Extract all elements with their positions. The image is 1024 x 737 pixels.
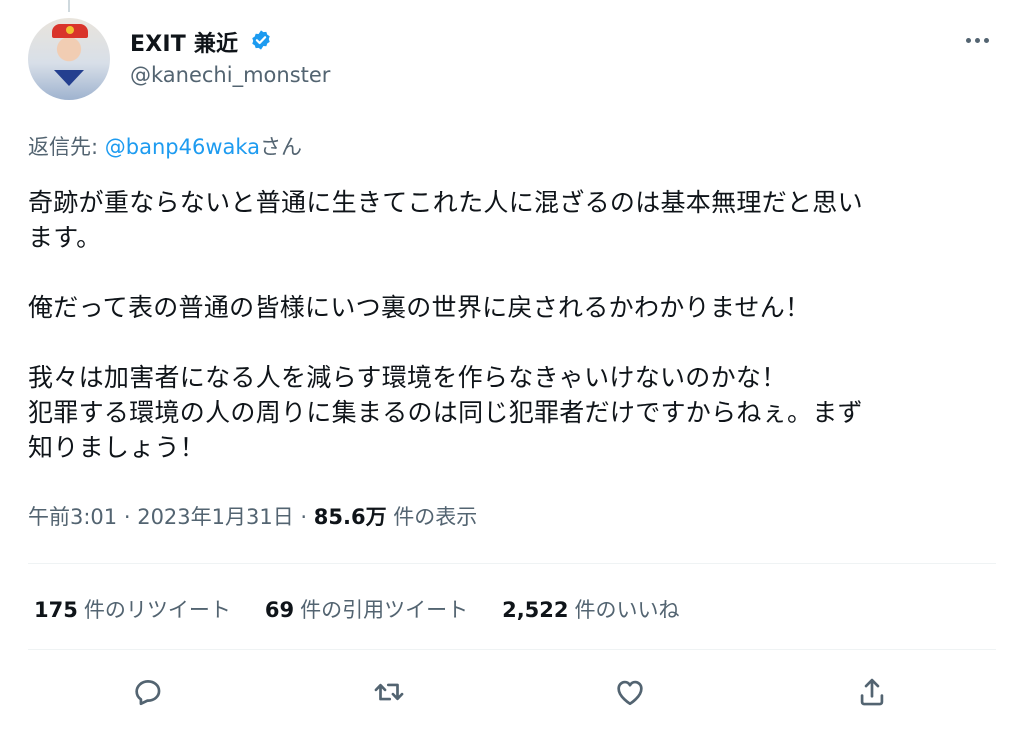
reply-icon [135,680,161,706]
views-label: 件の表示 [386,505,478,529]
quotes-count: 69 [264,598,295,622]
reply-mention-link[interactable]: @banp46waka [105,135,260,159]
likes-count: 2,522 [502,598,569,622]
retweets-stat[interactable]: 175 件のリツイート [34,594,231,624]
more-dot [974,37,980,43]
avatar-hat [52,24,88,38]
avatar-scarf [54,70,84,86]
reply-suffix: さん [260,135,303,159]
more-dot [965,37,971,43]
reply-prefix: 返信先: [28,135,105,159]
meta-separator: · [117,505,138,529]
quotes-label: 件の引用ツイート [300,598,469,622]
more-icon[interactable] [962,30,992,50]
reply-to: 返信先: @banp46wakaさん [28,131,302,161]
reply-button[interactable] [128,672,168,712]
likes-label: 件のいいね [574,598,680,622]
share-button[interactable] [852,672,892,712]
avatar[interactable] [28,18,110,100]
like-icon [617,680,643,706]
share-icon [860,678,884,706]
tweet-meta: 午前3:01 · 2023年1月31日 · 85.6万 件の表示 [28,501,477,531]
display-name[interactable]: EXIT 兼近 [130,26,238,58]
thread-line [68,0,70,12]
more-dot [983,37,989,43]
retweets-label: 件のリツイート [83,598,231,622]
meta-separator: · [293,505,314,529]
divider [28,563,996,564]
tweet-text: 奇跡が重ならないと普通に生きてこれた人に混ざるのは基本無理だと思い ます。 俺だ… [28,188,863,462]
verified-badge-icon [252,30,270,50]
like-button[interactable] [610,672,650,712]
views-count: 85.6万 [313,505,387,529]
divider [28,649,996,650]
action-bar [0,672,1024,716]
quotes-stat[interactable]: 69 件の引用ツイート [265,594,468,624]
retweet-button[interactable] [369,672,409,712]
retweets-count: 175 [34,598,78,622]
retweet-icon [374,683,404,701]
tweet-date[interactable]: 2023年1月31日 [137,505,294,529]
tweet-time[interactable]: 午前3:01 [28,505,117,529]
handle[interactable]: @kanechi_monster [130,63,330,87]
likes-stat[interactable]: 2,522 件のいいね [502,594,679,624]
engagement-stats: 175 件のリツイート 69 件の引用ツイート 2,522 件のいいね [34,594,714,624]
